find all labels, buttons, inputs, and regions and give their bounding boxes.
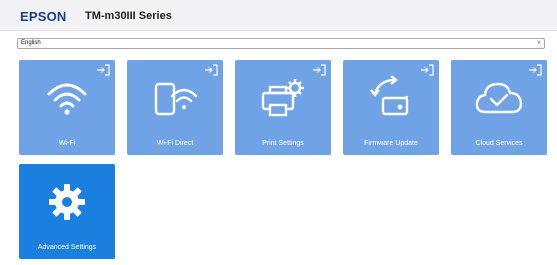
tile-label: Cloud Services	[475, 140, 523, 147]
gear-icon	[49, 184, 85, 220]
brand-logo: EPSON	[20, 9, 67, 24]
cloud-services-icon	[475, 82, 523, 114]
tile-label: Wi-Fi	[58, 140, 76, 147]
chevron-down-icon: ∨	[536, 40, 541, 46]
tile-label: Wi-Fi Direct	[156, 140, 194, 147]
tile-firmware-update[interactable]: Firmware Update	[343, 60, 439, 155]
tile-wifi-direct[interactable]: Wi-Fi Direct	[127, 60, 223, 155]
tile-print-settings[interactable]: Print Settings	[235, 60, 331, 155]
wifi-direct-icon	[154, 82, 198, 116]
model-title: TM-m30III Series	[85, 10, 172, 22]
tile-cloud-services[interactable]: Cloud Services	[451, 60, 547, 155]
wifi-icon	[47, 83, 87, 115]
app-header: EPSON TM-m30III Series	[0, 0, 557, 31]
tile-wifi[interactable]: Wi-Fi	[19, 60, 115, 155]
firmware-update-icon	[370, 76, 409, 116]
tile-label: Firmware Update	[364, 140, 418, 147]
tile-label: Print Settings	[262, 140, 304, 147]
tile-advanced-settings[interactable]: Advanced Settings	[19, 164, 115, 259]
language-select[interactable]: English ∨	[17, 38, 545, 49]
print-settings-icon	[261, 79, 304, 117]
language-selected-value: English	[21, 40, 41, 46]
tile-label: Advanced Settings	[37, 244, 97, 251]
